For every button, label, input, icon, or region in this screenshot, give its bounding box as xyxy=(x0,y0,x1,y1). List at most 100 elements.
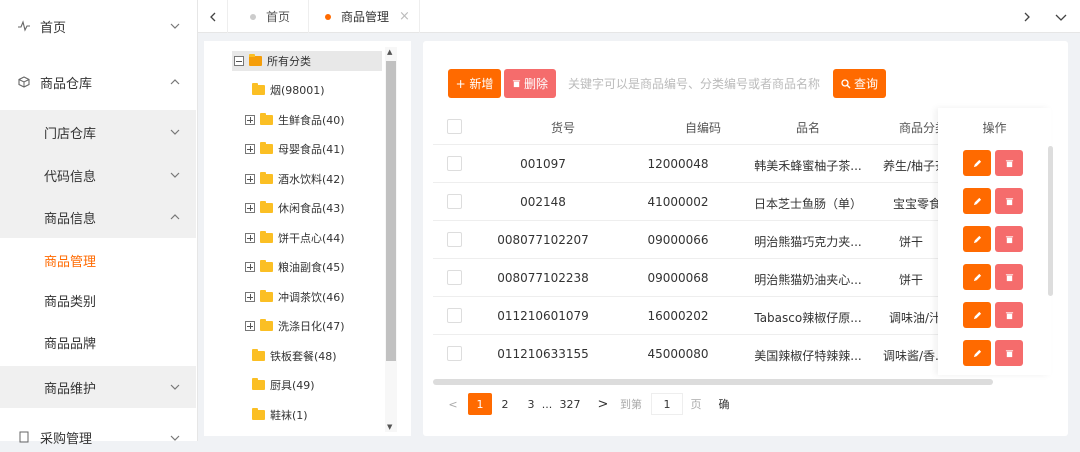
expand-icon[interactable] xyxy=(245,233,255,243)
tree-item-label: 酒水饮料(42) xyxy=(278,173,345,186)
tree-item[interactable]: 酒水饮料(42) xyxy=(245,169,345,189)
search-placeholder: 关键字可以是商品编号、分类编号或者商品名称 xyxy=(568,77,821,91)
goto-confirm-button[interactable]: 确 xyxy=(717,393,731,415)
cell-name: 韩美禾蜂蜜柚子茶... xyxy=(754,159,862,173)
tree-item[interactable]: 休闲食品(43) xyxy=(245,198,345,218)
page-button-last[interactable]: 327 xyxy=(557,393,583,415)
tree-item-label: 冲调茶饮(46) xyxy=(278,291,345,304)
edit-button[interactable] xyxy=(963,226,991,252)
expand-icon[interactable] xyxy=(245,203,255,213)
edit-button[interactable] xyxy=(963,340,991,366)
query-button[interactable]: 查询 xyxy=(833,69,886,98)
sidebar-item-product-maintenance[interactable]: 商品维护 xyxy=(0,366,196,408)
row-checkbox[interactable] xyxy=(447,156,462,171)
scroll-up-icon[interactable]: ▲ xyxy=(387,48,392,56)
tree-item[interactable]: 鞋袜(1) xyxy=(252,405,308,425)
tree-item[interactable]: 生鲜食品(40) xyxy=(245,110,345,130)
tab-product-management[interactable]: 商品管理 × xyxy=(308,0,420,33)
delete-row-button[interactable] xyxy=(995,150,1023,176)
delete-row-button[interactable] xyxy=(995,188,1023,214)
page-button-3[interactable]: 3 xyxy=(523,393,539,415)
tabs-scroll-right[interactable] xyxy=(1012,0,1042,33)
tree-scrollbar-thumb[interactable] xyxy=(386,61,396,361)
cell-self-code: 09000066 xyxy=(647,233,709,247)
page-ellipsis[interactable]: ... xyxy=(539,393,555,415)
edit-button[interactable] xyxy=(963,264,991,290)
add-button[interactable]: + 新增 xyxy=(448,69,501,98)
sidebar-item-warehouse[interactable]: 商品仓库 xyxy=(0,56,196,108)
query-label: 查询 xyxy=(853,77,878,91)
search-input[interactable]: 关键字可以是商品编号、分类编号或者商品名称 xyxy=(560,69,828,98)
row-checkbox[interactable] xyxy=(447,308,462,323)
tree-item[interactable]: 母婴食品(41) xyxy=(245,139,345,159)
tree-item-label: 休闲食品(43) xyxy=(278,202,345,215)
expand-icon[interactable] xyxy=(245,262,255,272)
edit-button[interactable] xyxy=(963,150,991,176)
tree-item[interactable]: 厨具(49) xyxy=(252,375,315,395)
tree-scrollbar[interactable]: ▲ ▼ xyxy=(385,47,397,432)
tab-dot xyxy=(250,13,256,20)
folder-icon xyxy=(260,142,273,154)
goto-page-input[interactable]: 1 xyxy=(651,393,683,415)
chevron-up-icon xyxy=(170,77,180,87)
tabs-scroll-left[interactable] xyxy=(198,0,228,33)
tree-item[interactable]: 冲调茶饮(46) xyxy=(245,287,345,307)
table-horizontal-scrollbar[interactable] xyxy=(433,379,993,385)
tree-item-label: 母婴食品(41) xyxy=(278,143,345,156)
tree-item[interactable]: 洗涤日化(47) xyxy=(245,316,345,336)
tree-item-label: 洗涤日化(47) xyxy=(278,320,345,333)
collapse-icon[interactable] xyxy=(234,56,244,66)
tree-item[interactable]: 烟(98001) xyxy=(252,80,325,100)
sidebar-item-product-info[interactable]: 商品信息 xyxy=(0,196,196,238)
expand-icon[interactable] xyxy=(245,174,255,184)
tab-home[interactable]: 首页 xyxy=(250,0,290,33)
cell-code: 001097 xyxy=(520,157,566,171)
scroll-down-icon[interactable]: ▼ xyxy=(387,423,392,431)
expand-icon[interactable] xyxy=(245,321,255,331)
pencil-icon xyxy=(973,273,981,281)
edit-button[interactable] xyxy=(963,188,991,214)
chevron-down-icon xyxy=(170,170,180,180)
row-checkbox[interactable] xyxy=(447,232,462,247)
sidebar-item-store-warehouse[interactable]: 门店仓库 xyxy=(0,110,196,154)
tree-item-label: 烟(98001) xyxy=(270,84,325,97)
purchase-icon xyxy=(19,431,29,443)
tabs-dropdown[interactable] xyxy=(1046,0,1076,33)
sidebar-item-product-management[interactable]: 商品管理 xyxy=(0,240,196,280)
folder-icon xyxy=(252,349,265,361)
delete-row-button[interactable] xyxy=(995,302,1023,328)
sidebar-item-purchase[interactable]: 采购管理 xyxy=(0,422,196,452)
sidebar-item-label: 商品维护 xyxy=(44,381,97,397)
cell-category: 宝宝零食 xyxy=(893,197,939,211)
row-checkbox[interactable] xyxy=(447,346,462,361)
close-icon[interactable]: × xyxy=(399,9,410,24)
trash-icon xyxy=(1005,197,1013,205)
page-button-2[interactable]: 2 xyxy=(497,393,513,415)
sidebar-item-code-info[interactable]: 代码信息 xyxy=(0,154,196,196)
table-vertical-scrollbar[interactable] xyxy=(1048,146,1053,296)
delete-row-button[interactable] xyxy=(995,340,1023,366)
delete-button[interactable]: 删除 xyxy=(504,69,556,98)
expand-icon[interactable] xyxy=(245,292,255,302)
select-all-checkbox[interactable] xyxy=(447,119,462,134)
tree-root[interactable]: 所有分类 xyxy=(232,51,382,71)
delete-row-button[interactable] xyxy=(995,264,1023,290)
tree-item[interactable]: 铁板套餐(48) xyxy=(252,346,337,366)
edit-button[interactable] xyxy=(963,302,991,328)
trash-icon xyxy=(512,80,521,88)
expand-icon[interactable] xyxy=(245,144,255,154)
tree-item[interactable]: 粮油副食(45) xyxy=(245,257,345,277)
page-button-1[interactable]: 1 xyxy=(468,393,492,415)
row-checkbox[interactable] xyxy=(447,270,462,285)
delete-label: 删除 xyxy=(523,77,548,91)
prev-page-button[interactable]: < xyxy=(445,393,461,415)
cell-category: 调味酱/香... xyxy=(883,349,939,363)
row-checkbox[interactable] xyxy=(447,194,462,209)
delete-row-button[interactable] xyxy=(995,226,1023,252)
sidebar-item-product-brand[interactable]: 商品品牌 xyxy=(0,321,196,364)
next-page-button[interactable]: > xyxy=(595,393,611,415)
expand-icon[interactable] xyxy=(245,115,255,125)
sidebar-item-home[interactable]: 首页 xyxy=(0,0,196,52)
sidebar-item-product-category[interactable]: 商品类别 xyxy=(0,280,196,321)
tree-item[interactable]: 饼干点心(44) xyxy=(245,228,345,248)
